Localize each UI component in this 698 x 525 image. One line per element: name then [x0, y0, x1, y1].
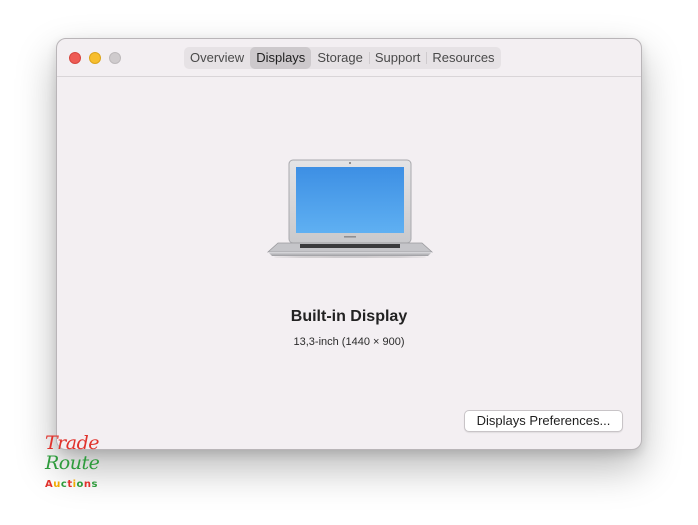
minimize-window-button[interactable] — [89, 52, 101, 64]
logo-letter: A — [45, 479, 54, 490]
tab-storage[interactable]: Storage — [311, 47, 369, 69]
tab-bar: Overview Displays Storage Support Resour… — [184, 47, 501, 69]
logo-line-1: Trade — [45, 432, 100, 454]
about-this-mac-window: Overview Displays Storage Support Resour… — [56, 38, 642, 450]
laptop-icon — [266, 159, 434, 258]
logo-letter: s — [91, 479, 98, 490]
page: Overview Displays Storage Support Resour… — [0, 0, 698, 525]
logo-letter: n — [83, 479, 92, 490]
tab-resources[interactable]: Resources — [426, 47, 500, 69]
display-name: Built-in Display — [290, 308, 408, 325]
close-window-button[interactable] — [69, 52, 81, 64]
logo-letter: o — [76, 479, 84, 490]
zoom-window-button[interactable] — [109, 52, 121, 64]
logo-line-2: Route — [45, 452, 100, 474]
displays-preferences-button[interactable]: Displays Preferences... — [464, 410, 623, 432]
title-bar: Overview Displays Storage Support Resour… — [57, 39, 641, 77]
logo-line-3: Auctions — [45, 479, 98, 490]
logo-letter: u — [53, 479, 61, 490]
display-spec: 13,3-inch (1440 × 900) — [293, 336, 405, 348]
tab-overview[interactable]: Overview — [184, 47, 250, 69]
trade-route-auctions-logo: Trade Route Auctions — [44, 432, 106, 494]
tab-support[interactable]: Support — [368, 47, 427, 69]
tab-displays[interactable]: Displays — [250, 47, 312, 69]
